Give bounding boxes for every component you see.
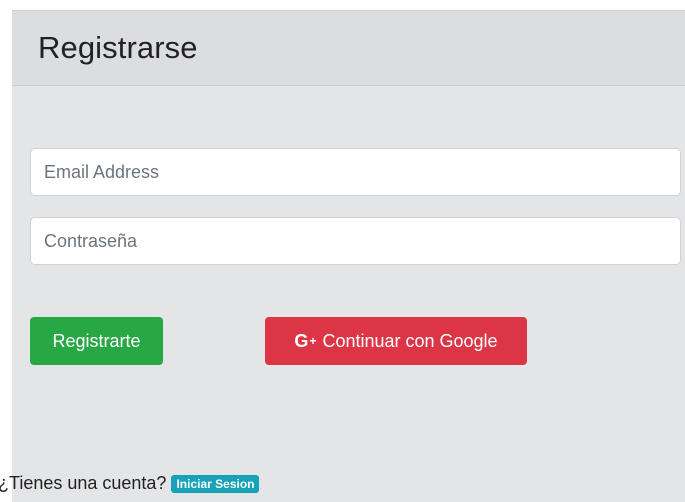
email-field[interactable] [30,148,681,196]
register-button[interactable]: Registrarte [30,317,163,365]
card-header: Registrarse [12,10,685,86]
page-title: Registrarse [38,30,198,65]
register-card: Registrarse Registrarte G+ Continuar con… [12,10,685,502]
google-button-label: Continuar con Google [322,330,498,351]
password-field[interactable] [30,217,681,265]
login-link[interactable]: Iniciar Sesion [171,474,260,493]
login-prompt-text: ¿Tienes una cuenta? [0,473,167,493]
google-icon-plus: + [309,334,317,348]
google-icon-letter: G [294,330,309,351]
google-plus-icon: G + [294,331,316,352]
login-prompt: ¿Tienes una cuenta? Iniciar Sesion [0,473,260,494]
google-signin-button[interactable]: G + Continuar con Google [265,317,527,365]
